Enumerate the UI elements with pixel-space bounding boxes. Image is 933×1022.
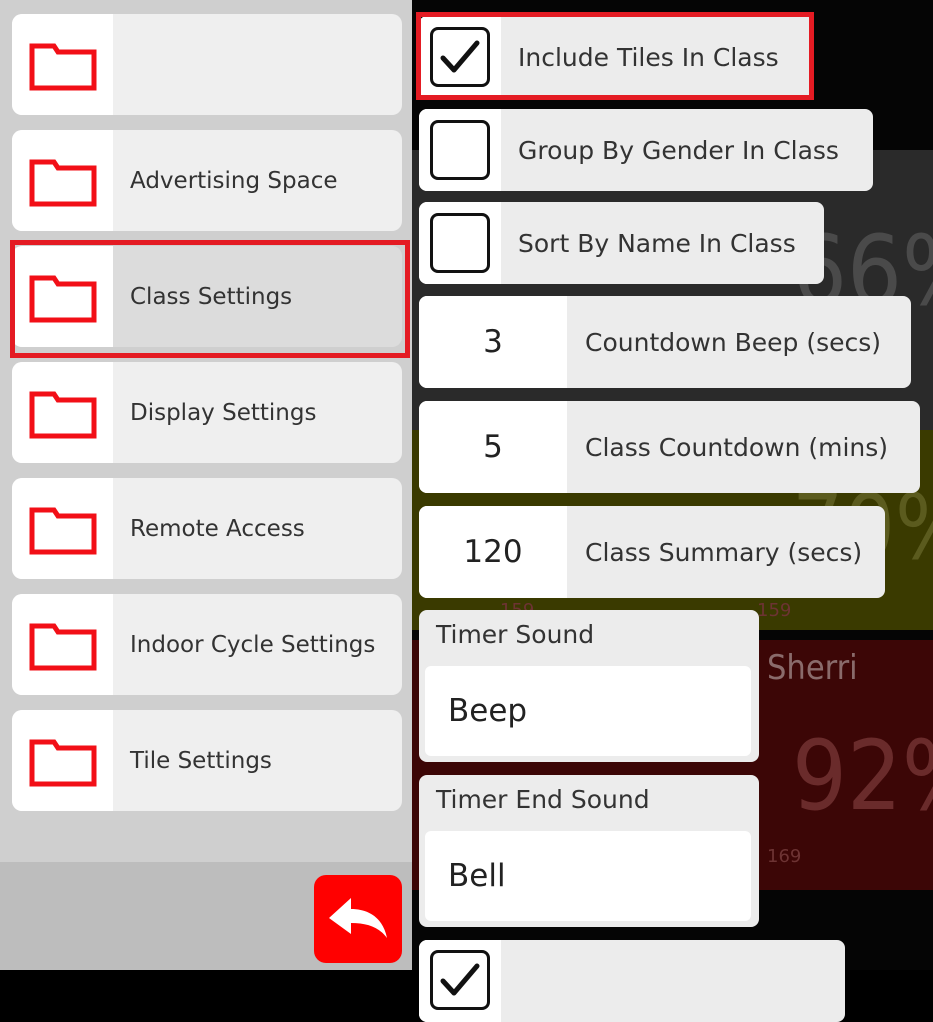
- group-by-gender-label: Group By Gender In Class: [518, 135, 839, 165]
- timer-sound-select[interactable]: Beep: [425, 666, 751, 756]
- checkmark-icon: [440, 963, 480, 996]
- include-tiles-checkbox[interactable]: [430, 27, 490, 87]
- class-summary-label: Class Summary (secs): [585, 537, 863, 567]
- folder-icon: [12, 246, 113, 347]
- class-countdown-row[interactable]: 5 Class Countdown (mins): [419, 401, 920, 493]
- back-arrow-icon: [329, 898, 387, 938]
- checkbox-cell: [419, 202, 501, 284]
- group-by-gender-checkbox[interactable]: [430, 120, 490, 180]
- countdown-beep-row[interactable]: 3 Countdown Beep (secs): [419, 296, 911, 388]
- menu-item-remote-access[interactable]: Remote Access: [12, 478, 402, 579]
- folder-icon: [12, 362, 113, 463]
- partial-row-checkbox[interactable]: [430, 950, 490, 1010]
- menu-item-advertising-space[interactable]: Advertising Space: [12, 130, 402, 231]
- timer-end-sound-card: Timer End Sound Bell: [419, 775, 759, 927]
- checkbox-cell: [419, 109, 501, 191]
- folder-icon: [12, 594, 113, 695]
- folder-icon: [12, 710, 113, 811]
- sort-by-name-checkbox[interactable]: [430, 213, 490, 273]
- class-summary-input[interactable]: 120: [419, 506, 567, 598]
- bg-small-value-3: 169: [767, 846, 802, 867]
- timer-end-sound-title: Timer End Sound: [436, 785, 650, 814]
- bg-participant-name: Sherri: [767, 648, 858, 688]
- class-countdown-input[interactable]: 5: [419, 401, 567, 493]
- include-tiles-row[interactable]: Include Tiles In Class: [419, 16, 813, 98]
- menu-item-label: Advertising Space: [130, 167, 338, 194]
- menu-item-indoor-cycle-settings[interactable]: Indoor Cycle Settings: [12, 594, 402, 695]
- countdown-beep-label: Countdown Beep (secs): [585, 327, 882, 357]
- menu-item-tile-settings[interactable]: Tile Settings: [12, 710, 402, 811]
- bg-small-value-1: 159: [757, 600, 792, 621]
- menu-item-label: Class Settings: [130, 283, 293, 310]
- partial-checkbox-row[interactable]: [419, 940, 845, 1022]
- menu-item-label: Display Settings: [130, 399, 317, 426]
- back-button[interactable]: [314, 875, 402, 963]
- class-summary-row[interactable]: 120 Class Summary (secs): [419, 506, 885, 598]
- folder-icon: [12, 478, 113, 579]
- menu-item-class-settings[interactable]: Class Settings: [12, 246, 402, 347]
- sort-by-name-label: Sort By Name In Class: [518, 228, 796, 258]
- menu-item-unnamed[interactable]: [12, 14, 402, 115]
- menu-item-label: Remote Access: [130, 515, 305, 542]
- class-countdown-label: Class Countdown (mins): [585, 432, 889, 462]
- bg-percent-3: 92%: [792, 720, 933, 832]
- countdown-beep-input[interactable]: 3: [419, 296, 567, 388]
- include-tiles-label: Include Tiles In Class: [518, 42, 779, 72]
- menu-item-display-settings[interactable]: Display Settings: [12, 362, 402, 463]
- menu-item-label: Tile Settings: [130, 747, 272, 774]
- checkbox-cell: [419, 940, 501, 1022]
- checkmark-icon: [440, 40, 480, 73]
- sort-by-name-row[interactable]: Sort By Name In Class: [419, 202, 824, 284]
- timer-end-sound-select[interactable]: Bell: [425, 831, 751, 921]
- folder-icon: [12, 14, 113, 115]
- settings-menu-panel: Advertising Space Class Settings Display…: [0, 0, 412, 970]
- timer-sound-title: Timer Sound: [436, 620, 595, 649]
- timer-sound-card: Timer Sound Beep: [419, 610, 759, 762]
- group-by-gender-row[interactable]: Group By Gender In Class: [419, 109, 873, 191]
- folder-icon: [12, 130, 113, 231]
- menu-item-label: Indoor Cycle Settings: [130, 631, 376, 658]
- checkbox-cell: [419, 16, 501, 98]
